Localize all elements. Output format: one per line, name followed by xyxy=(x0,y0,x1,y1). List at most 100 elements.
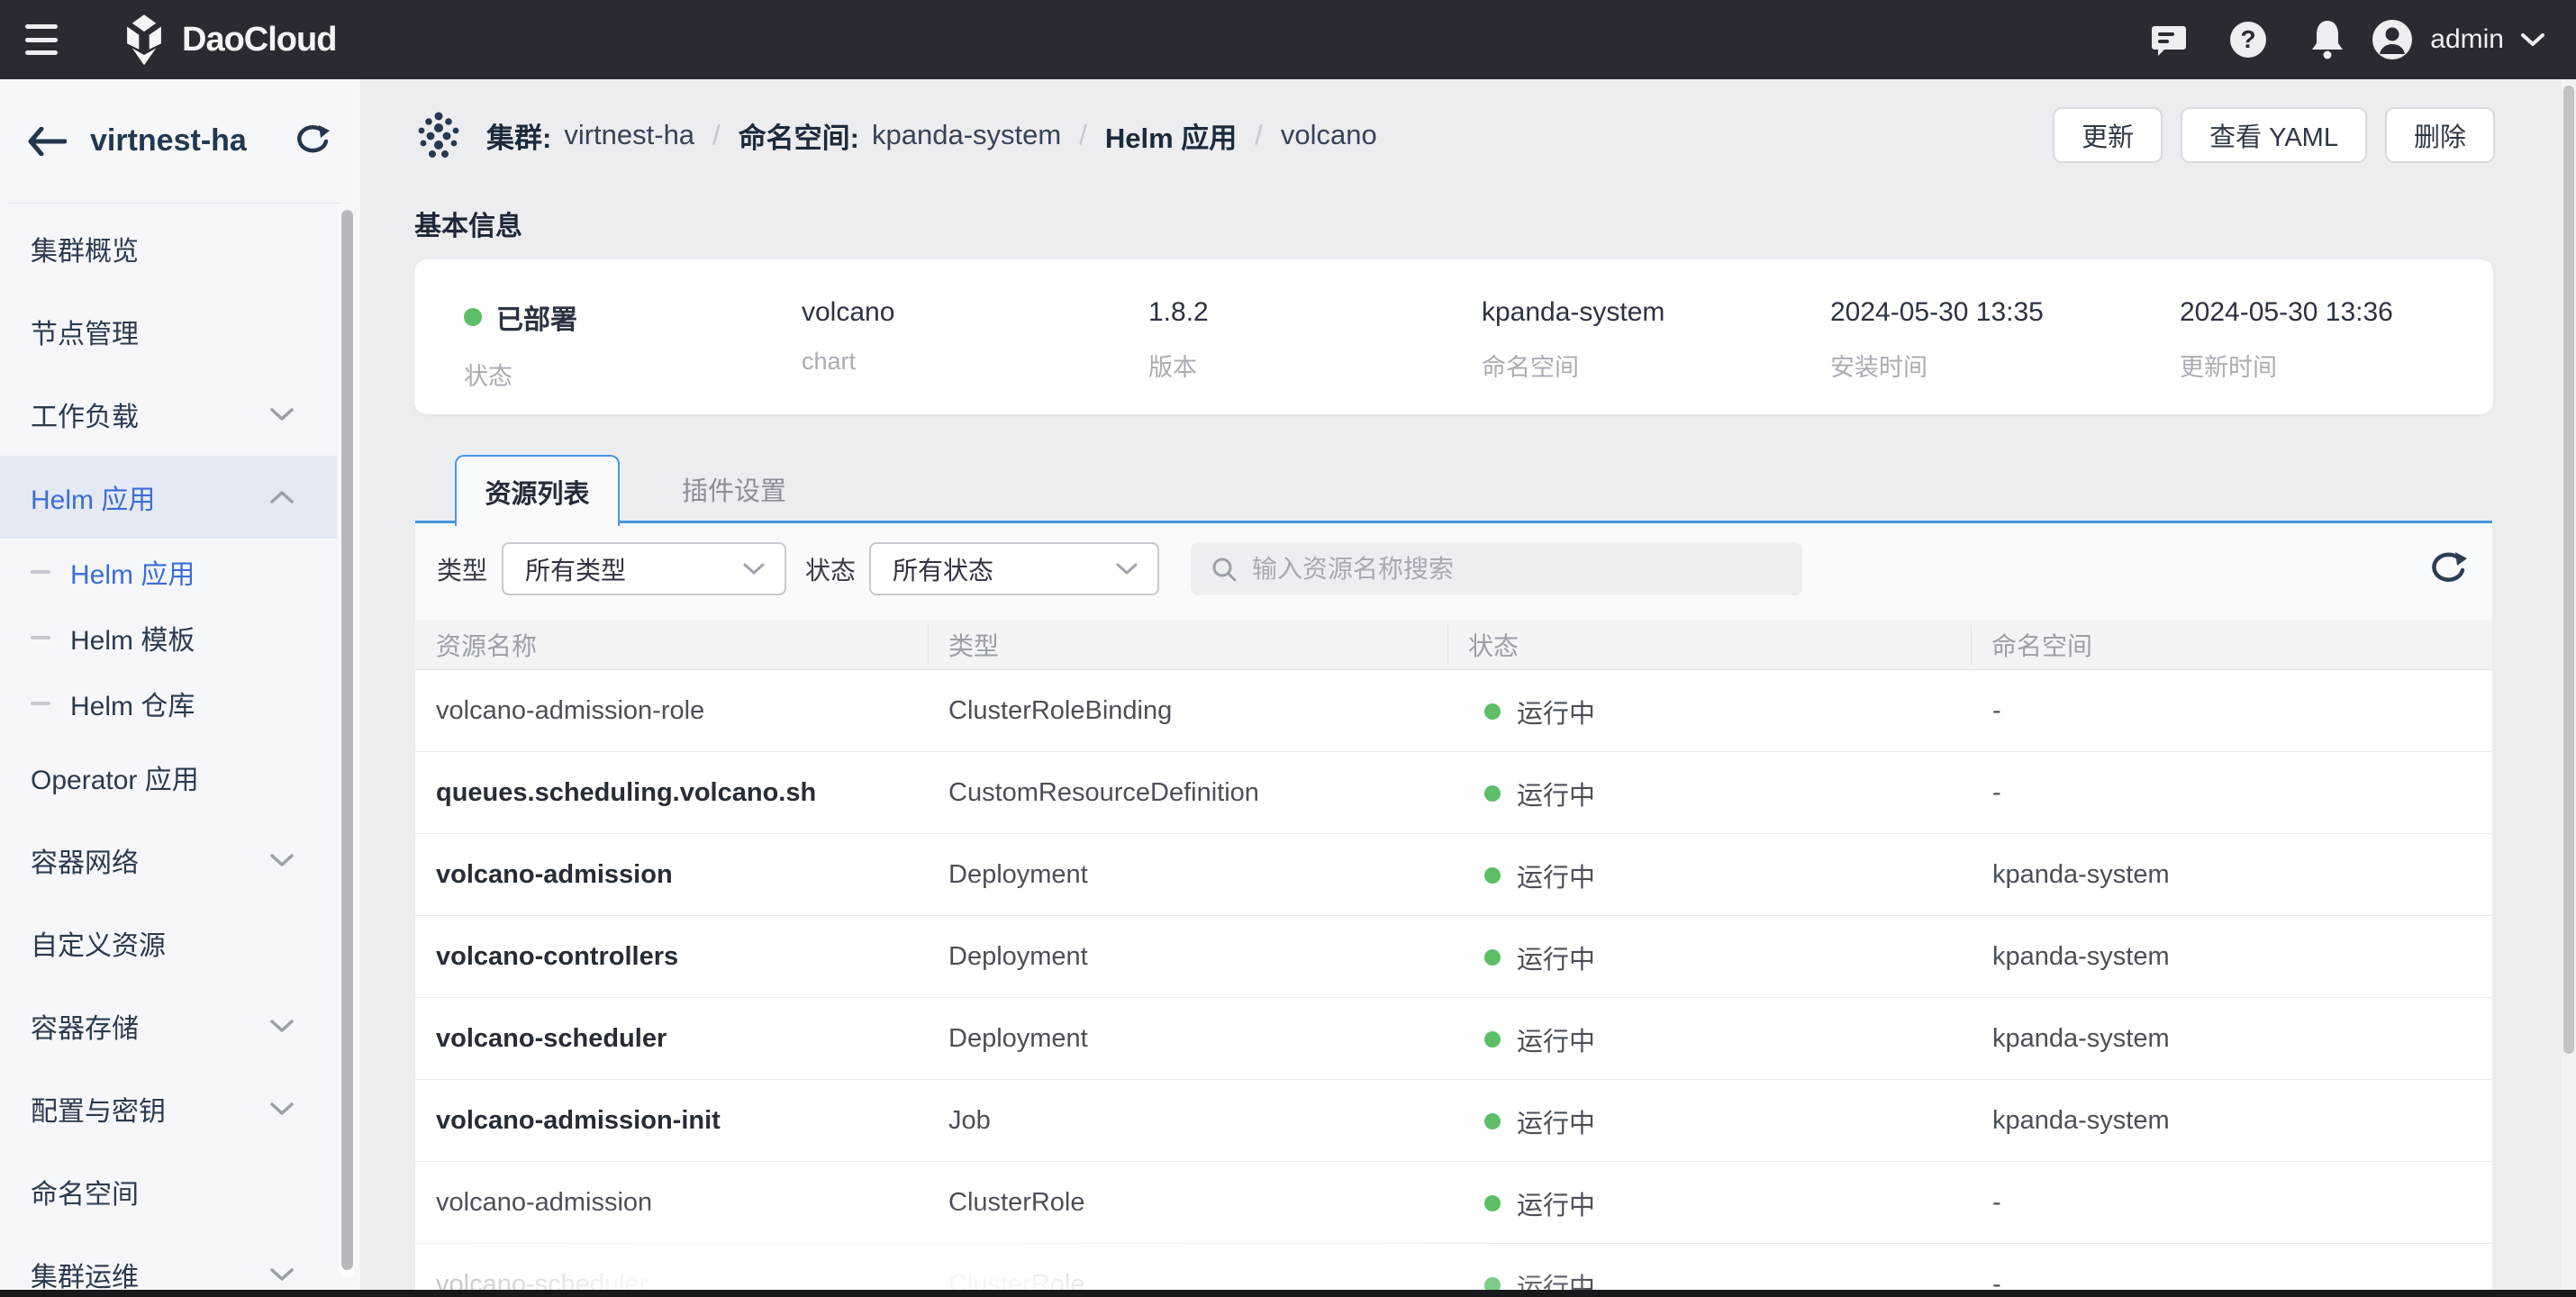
topbar: DaoCloud ? admin xyxy=(0,0,2576,79)
chevron-down-icon xyxy=(2520,32,2545,48)
notifications-bell-icon[interactable] xyxy=(2288,19,2367,60)
chevron-down-icon xyxy=(270,1267,294,1282)
type-select[interactable]: 所有类型 xyxy=(502,542,786,595)
chevron-down-icon xyxy=(270,407,294,422)
status-dot xyxy=(1484,867,1501,884)
basic-info-title: 基本信息 xyxy=(414,204,522,243)
status-cell: 运行中 xyxy=(1484,752,1595,834)
sidebar-item-container-network[interactable]: 容器网络 xyxy=(0,819,337,902)
cluster-dots-icon xyxy=(414,110,463,160)
switch-cluster-icon[interactable] xyxy=(294,123,331,159)
status-cell: 运行中 xyxy=(1484,1162,1595,1244)
table-row: volcano-admission ClusterRole 运行中 - xyxy=(415,1162,2492,1244)
search-icon xyxy=(1211,556,1238,583)
chevron-down-icon xyxy=(1116,562,1138,576)
table-row: volcano-admission-role ClusterRoleBindin… xyxy=(415,670,2492,752)
help-icon[interactable]: ? xyxy=(2209,20,2288,59)
chevron-down-icon xyxy=(270,853,294,867)
tab-plugin-settings[interactable]: 插件设置 xyxy=(658,455,811,523)
sidebar-scrollbar-thumb[interactable] xyxy=(341,210,353,1270)
sidebar-item-node-management[interactable]: 节点管理 xyxy=(0,290,337,373)
dash-icon xyxy=(31,570,50,574)
sidebar-subitem-helm-templates[interactable]: Helm 模板 xyxy=(0,604,337,670)
status-select[interactable]: 所有状态 xyxy=(869,542,1159,595)
breadcrumb-cluster-label: 集群: xyxy=(486,115,551,156)
sidebar-item-cluster-overview[interactable]: 集群概览 xyxy=(0,207,337,290)
info-field-status: 已部署 状态 xyxy=(464,297,577,392)
sidebar-item-container-storage[interactable]: 容器存储 xyxy=(0,984,337,1067)
breadcrumb-section[interactable]: Helm 应用 xyxy=(1105,115,1237,156)
daocloud-logo-icon xyxy=(121,14,168,66)
breadcrumb-cluster-value[interactable]: virtnest-ha xyxy=(564,119,694,151)
status-cell: 运行中 xyxy=(1484,998,1595,1080)
status-cell: 运行中 xyxy=(1484,1244,1595,1290)
bottom-edge xyxy=(0,1290,2576,1297)
sidebar-item-helm-apps[interactable]: Helm 应用 xyxy=(0,456,337,539)
col-resource-name: 资源名称 xyxy=(436,620,537,670)
breadcrumb-namespace-value[interactable]: kpanda-system xyxy=(872,119,1061,151)
user-menu[interactable]: admin xyxy=(2371,18,2545,61)
chevron-down-icon xyxy=(743,562,765,576)
sidebar-item-cluster-ops[interactable]: 集群运维 xyxy=(0,1233,337,1297)
status-cell: 运行中 xyxy=(1484,916,1595,998)
status-cell: 运行中 xyxy=(1484,834,1595,916)
status-dot xyxy=(1484,703,1501,720)
dash-icon xyxy=(31,636,50,639)
status-dot xyxy=(1484,1277,1501,1291)
info-field-version: 1.8.2 版本 xyxy=(1148,297,1209,383)
sidebar-subitem-helm-repos[interactable]: Helm 仓库 xyxy=(0,670,337,736)
status-dot xyxy=(1484,949,1501,966)
user-name: admin xyxy=(2430,24,2504,55)
avatar xyxy=(2371,18,2414,61)
divider xyxy=(9,203,340,204)
table-row: queues.scheduling.volcano.sh CustomResou… xyxy=(415,752,2492,834)
info-field-chart: volcano chart xyxy=(802,297,894,376)
sidebar-subitem-helm-apps[interactable]: Helm 应用 xyxy=(0,539,337,604)
tab-underline xyxy=(415,521,2492,523)
sidebar-item-workloads[interactable]: 工作负载 xyxy=(0,373,337,456)
status-dot xyxy=(1484,785,1501,802)
status-cell: 运行中 xyxy=(1484,1080,1595,1162)
table-row: volcano-admission-init Job 运行中 kpanda-sy… xyxy=(415,1080,2492,1162)
status-filter-label: 状态 xyxy=(805,542,856,595)
view-yaml-button[interactable]: 查看 YAML xyxy=(2181,107,2367,163)
refresh-icon[interactable] xyxy=(2422,544,2474,596)
table-row: volcano-admission Deployment 运行中 kpanda-… xyxy=(415,834,2492,916)
page-scrollbar-thumb[interactable] xyxy=(2563,86,2574,1054)
sidebar-item-namespaces[interactable]: 命名空间 xyxy=(0,1150,337,1233)
col-status: 状态 xyxy=(1468,620,1519,670)
back-arrow-icon[interactable] xyxy=(27,127,67,156)
breadcrumb-current: volcano xyxy=(1281,119,1377,151)
table-row: volcano-scheduler Deployment 运行中 kpanda-… xyxy=(415,998,2492,1080)
table-row: volcano-controllers Deployment 运行中 kpand… xyxy=(415,916,2492,998)
sidebar-item-operator-apps[interactable]: Operator 应用 xyxy=(0,736,337,819)
menu-toggle-icon[interactable] xyxy=(25,24,59,55)
info-field-install-time: 2024-05-30 13:35 安装时间 xyxy=(1830,297,2044,383)
status-dot xyxy=(464,308,482,326)
table-header: 资源名称 类型 状态 命名空间 xyxy=(415,620,2492,670)
update-button[interactable]: 更新 xyxy=(2053,107,2163,163)
page-scrollbar-track xyxy=(2562,79,2576,1297)
info-field-update-time: 2024-05-30 13:36 更新时间 xyxy=(2180,297,2393,383)
delete-button[interactable]: 删除 xyxy=(2385,107,2495,163)
breadcrumb: 集群: virtnest-ha / 命名空间: kpanda-system / … xyxy=(414,110,1377,160)
basic-info-card: 已部署 状态 volcano chart 1.8.2 版本 kpanda-sys… xyxy=(414,259,2493,414)
status-dot xyxy=(1484,1195,1501,1211)
main-content: 集群: virtnest-ha / 命名空间: kpanda-system / … xyxy=(360,79,2576,1290)
messages-icon[interactable] xyxy=(2129,21,2209,59)
tab-resource-list[interactable]: 资源列表 xyxy=(455,455,620,526)
chevron-up-icon xyxy=(270,490,294,504)
search-input[interactable] xyxy=(1252,555,1782,584)
search-box xyxy=(1191,542,1802,595)
chevron-down-icon xyxy=(270,1102,294,1116)
table-row: volcano-scheduler ClusterRole 运行中 - xyxy=(415,1244,2492,1290)
sidebar-menu: 集群概览 节点管理 工作负载 Helm 应用 Helm 应用 Helm 模板 H… xyxy=(0,207,337,1297)
status-cell: 运行中 xyxy=(1484,670,1595,752)
chevron-down-icon xyxy=(270,1019,294,1033)
sidebar: virtnest-ha 集群概览 节点管理 工作负载 Helm 应用 Helm … xyxy=(0,79,360,1290)
sidebar-item-config-secrets[interactable]: 配置与密钥 xyxy=(0,1067,337,1150)
resource-list-panel: 类型 所有类型 状态 所有状态 资源名称 类型 状态 命名空间 xyxy=(415,523,2492,1290)
sidebar-item-custom-resources[interactable]: 自定义资源 xyxy=(0,902,337,984)
type-filter-label: 类型 xyxy=(437,542,487,595)
brand[interactable]: DaoCloud xyxy=(121,14,336,66)
